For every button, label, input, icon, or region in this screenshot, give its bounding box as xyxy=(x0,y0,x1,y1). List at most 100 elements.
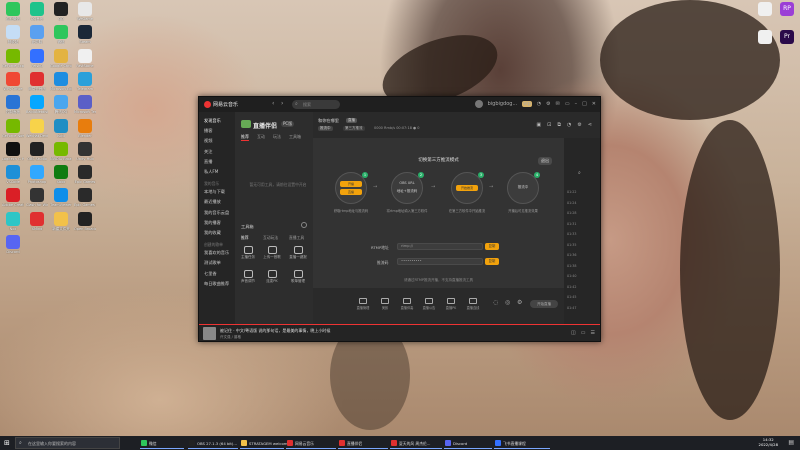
desktop-icon-adobe-creative-cloud[interactable]: Adobe Creative Cloud xyxy=(2,188,24,207)
desktop-icon-logitech-g-hub[interactable]: Logitech G HUB xyxy=(2,141,24,161)
desktop-icon-baidunetdisk[interactable]: BaiduNetdisk xyxy=(26,95,48,114)
bell-icon[interactable]: ◔ xyxy=(567,122,571,128)
desktop-icon-telegram[interactable]: Telegram xyxy=(74,71,96,91)
playlist-icon[interactable]: ☰ xyxy=(591,330,595,336)
desktop-icon-wechat-devtools[interactable]: Wechat Devtools xyxy=(26,118,48,138)
sidebar-item[interactable]: 关注 xyxy=(204,149,212,155)
live-tab[interactable]: 推荐 xyxy=(241,134,249,141)
tool-live-report[interactable]: 直播一键报 xyxy=(287,246,309,260)
chat-list-item[interactable]: 01:31 xyxy=(567,222,577,226)
mini-mode-icon[interactable]: ▭ xyxy=(565,101,570,107)
chat-list-item[interactable]: 01:38 xyxy=(567,264,577,268)
desktop-icon-geforce-experience[interactable]: GeForce Experience xyxy=(2,48,24,68)
taskbar-app-obs-27-1-3-64-bit[interactable]: OBS 27.1.3 (64 bit)... xyxy=(188,437,238,449)
desktop-icon-blender[interactable]: Blender xyxy=(74,118,96,138)
skin-icon[interactable]: ◔ xyxy=(537,101,541,107)
notification-icon[interactable]: ▤ xyxy=(788,439,794,446)
search-icon[interactable]: ⌕ xyxy=(578,170,581,176)
clock[interactable]: 14:32 2022/4/28 xyxy=(759,437,778,447)
windows-start-icon[interactable]: ⊞ xyxy=(4,439,10,447)
back-arrow-icon[interactable]: ‹ xyxy=(272,100,274,107)
chat-list-item[interactable]: 01:47 xyxy=(567,306,577,310)
chat-list-item[interactable]: 01:42 xyxy=(567,285,577,289)
sidebar-item[interactable]: 每日歌曲推荐 xyxy=(204,281,229,287)
copy-icon[interactable]: ⧉ xyxy=(557,122,561,128)
live-tab[interactable]: 互动 xyxy=(257,134,265,140)
sidebar-item[interactable]: 发现音乐 xyxy=(204,118,221,124)
control-manage[interactable]: 直播管理 xyxy=(353,298,373,310)
album-cover[interactable] xyxy=(203,327,216,340)
desktop-icon-app[interactable]: 回收站 xyxy=(2,25,24,44)
desktop-icon-google-chrome[interactable]: Google Chrome xyxy=(50,48,72,68)
sidebar-item[interactable]: 我的音乐云盘 xyxy=(204,210,229,216)
taskbar-app-app[interactable]: 微信 xyxy=(140,437,184,449)
desktop-icon-file[interactable] xyxy=(754,30,776,44)
chat-list-item[interactable]: 01:33 xyxy=(567,232,577,236)
chat-list-item[interactable]: 01:24 xyxy=(567,201,577,205)
desktop-icon-vscode[interactable]: VSCode xyxy=(2,165,24,184)
desktop-icon-kodi[interactable]: Kodi xyxy=(50,118,72,138)
sidebar-item[interactable]: 本地与下载 xyxy=(204,189,225,195)
desktop-icon-app[interactable]: 网易云音乐 xyxy=(26,71,48,91)
desktop-icon-app[interactable]: 企业微信 xyxy=(2,2,24,21)
taskbar-search[interactable]: ⌕ 在这里输入你要搜索的内容 xyxy=(15,437,120,449)
user-avatar[interactable] xyxy=(474,100,483,108)
desktop-icon-epic-games-launcher[interactable]: Epic Games Launcher xyxy=(74,188,96,207)
live-tab[interactable]: 玩法 xyxy=(273,134,281,140)
sidebar-item[interactable]: 七里香 xyxy=(204,271,217,277)
desktop-icon-qq[interactable]: QQ音乐 xyxy=(26,2,48,21)
desktop-icon-xmind[interactable]: XMind xyxy=(26,211,48,231)
sidebar-item[interactable]: 直播 xyxy=(204,159,212,165)
vip-badge[interactable]: vip xyxy=(522,101,532,107)
chat-list-item[interactable]: 01:35 xyxy=(567,243,577,247)
desktop-icon-nox[interactable]: Nox xyxy=(2,211,24,231)
control-pk[interactable]: 直播PK xyxy=(441,298,461,310)
desktop-icon-clash-for-windows[interactable]: Clash for Windows xyxy=(26,188,48,207)
chat-list-item[interactable]: 01:36 xyxy=(567,253,577,257)
go-live-button[interactable]: 开始直播 xyxy=(530,300,558,308)
toolbox-tab[interactable]: 推荐 xyxy=(241,235,249,241)
settings-icon[interactable]: ⚙ xyxy=(517,299,522,306)
tool-sound[interactable]: 声音调节 xyxy=(237,270,259,284)
desktop-icon-teamviewer[interactable]: TeamViewer xyxy=(50,188,72,207)
copy-stream-key-button[interactable]: 复制 xyxy=(485,258,499,265)
desktop-icon-unity-hub[interactable]: Unity Hub xyxy=(74,141,96,161)
sidebar-item[interactable]: 私人FM xyxy=(204,169,218,175)
exit-button[interactable]: 退出 xyxy=(538,157,552,165)
stream-key-field[interactable]: •••••••••• xyxy=(397,258,483,265)
desktop-icon-epic-games[interactable]: Epic Games xyxy=(74,165,96,184)
sidebar-item[interactable]: 我的收藏 xyxy=(204,230,221,236)
desktop-icon-file[interactable] xyxy=(754,2,776,16)
toolbox-tab[interactable]: 互动玩法 xyxy=(263,235,278,241)
desktop-icon-faststone[interactable]: FastStone xyxy=(74,48,96,68)
live-tab[interactable]: 工具箱 xyxy=(289,134,301,140)
desktop-icon-geforce-now[interactable]: GeForce Now xyxy=(2,118,24,138)
desktop-icon-qq[interactable]: QQ xyxy=(50,2,72,21)
username-label[interactable]: bigbigdog... xyxy=(488,101,518,107)
desktop-icon-nvidia-broadcast[interactable]: NVIDIA Broadcast xyxy=(50,141,72,161)
desktop-icon-open-broadcaster[interactable]: Open Broadcaster xyxy=(74,211,96,231)
control-notice[interactable]: 直播公告 xyxy=(419,298,439,310)
tool-playlist[interactable]: 歌单管理 xyxy=(287,270,309,284)
tool-anchor-task[interactable]: 主播任务 xyxy=(237,246,259,260)
version-dropdown[interactable]: PC版 xyxy=(281,121,295,127)
gift-icon[interactable]: ◎ xyxy=(505,299,510,306)
control-beauty[interactable]: 美颜 xyxy=(375,298,395,310)
toolbox-tab[interactable]: 直播工具 xyxy=(289,235,304,241)
desktop-icon-wegame[interactable]: WeGame xyxy=(74,2,96,21)
desktop-icon-pr[interactable]: Pr xyxy=(776,30,798,44)
desktop-icon-xbox[interactable]: Xbox xyxy=(50,165,72,184)
share-icon[interactable]: ⋖ xyxy=(588,122,592,128)
control-link[interactable]: 直播连线 xyxy=(463,298,483,310)
maximize-icon[interactable]: □ xyxy=(582,101,587,107)
forward-arrow-icon[interactable]: › xyxy=(281,100,283,107)
taskbar-search-input[interactable]: 在这里输入你要搜索的内容 xyxy=(28,441,76,447)
desktop-icon-app[interactable]: 此电脑 xyxy=(26,25,48,44)
minimize-icon[interactable]: – xyxy=(575,101,578,107)
control-music[interactable]: 直播伴奏 xyxy=(397,298,417,310)
desktop-icon-feishu[interactable]: Feishu xyxy=(26,48,48,68)
chat-list-item[interactable]: 01:40 xyxy=(567,274,577,278)
desktop-icon-obs-studio[interactable]: OBS Studio xyxy=(26,141,48,161)
quality-icon[interactable]: ◫ xyxy=(571,330,576,336)
desktop-icon-wps-office[interactable]: WPS Office xyxy=(2,71,24,91)
